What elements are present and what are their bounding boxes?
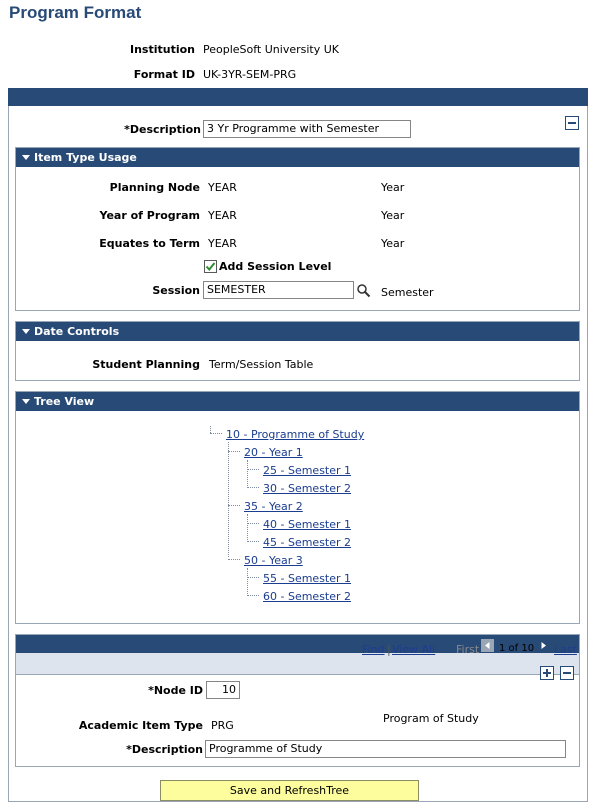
tree-connector [247, 487, 259, 488]
academic-item-type-label: Academic Item Type [78, 719, 203, 732]
tree-node-year[interactable]: 50 - Year 3 [244, 554, 303, 567]
item-type-usage-title: Item Type Usage [34, 151, 137, 164]
date-controls-group: Date Controls [15, 321, 580, 381]
node-nav-strip [16, 653, 579, 675]
tree-node-year[interactable]: 35 - Year 2 [244, 500, 303, 513]
tree-node-semester[interactable]: 40 - Semester 1 [263, 518, 351, 531]
description-label: *Description [124, 123, 201, 136]
previous-arrow-icon[interactable] [481, 639, 494, 652]
student-planning-label: Student Planning [92, 358, 200, 371]
tree-connector [228, 505, 240, 506]
year-of-program-code: YEAR [208, 209, 237, 222]
tree-connector [247, 460, 248, 488]
equates-to-term-label: Equates to Term [99, 237, 200, 250]
save-refresh-button[interactable]: Save and RefreshTree [160, 780, 419, 801]
last-link[interactable]: Last [554, 643, 577, 656]
node-id-input[interactable]: 10 [206, 681, 240, 699]
first-label: First [456, 643, 480, 656]
main-panel-header [8, 88, 588, 106]
tree-connector [247, 595, 259, 596]
expand-triangle-icon [22, 398, 30, 404]
tree-node-year[interactable]: 20 - Year 1 [244, 446, 303, 459]
tree-connector [210, 433, 222, 434]
planning-node-desc: Year [381, 181, 405, 194]
planning-node-code: YEAR [208, 181, 237, 194]
page-title: Program Format [9, 3, 142, 22]
tree-node-semester[interactable]: 55 - Semester 1 [263, 572, 351, 585]
node-description-label: *Description [126, 743, 203, 756]
tree-connector [228, 451, 240, 452]
tree-node-semester[interactable]: 60 - Semester 2 [263, 590, 351, 603]
tree-node-programme[interactable]: 10 - Programme of Study [226, 428, 364, 441]
academic-item-type-desc: Program of Study [383, 712, 479, 725]
node-id-label: *Node ID [148, 684, 203, 697]
tree-node-semester[interactable]: 25 - Semester 1 [263, 464, 351, 477]
add-row-button[interactable] [540, 666, 554, 680]
tree-connector [247, 568, 248, 596]
minus-icon [568, 122, 576, 124]
year-of-program-label: Year of Program [99, 209, 201, 222]
tree-view-header[interactable]: Tree View [16, 392, 579, 411]
tree-connector [247, 577, 259, 578]
delete-row-button[interactable] [560, 666, 574, 680]
description-input[interactable]: 3 Yr Programme with Semester [203, 120, 411, 138]
collapse-all-button[interactable] [565, 116, 579, 130]
equates-to-term-code: YEAR [208, 237, 237, 250]
tree-connector [228, 559, 240, 560]
minus-icon [563, 672, 571, 674]
lookup-icon[interactable] [356, 283, 371, 298]
format-id-label: Format ID [133, 68, 195, 81]
tree-connector [210, 426, 211, 433]
find-link[interactable]: Find [362, 643, 385, 656]
planning-node-label: Planning Node [109, 181, 200, 194]
date-controls-title: Date Controls [34, 325, 120, 338]
expand-triangle-icon [22, 328, 30, 334]
date-controls-header[interactable]: Date Controls [16, 322, 579, 341]
institution-value: PeopleSoft University UK [203, 43, 339, 56]
add-session-checkbox[interactable] [204, 260, 217, 273]
page-range: 1 of 10 [499, 643, 535, 654]
session-desc: Semester [381, 286, 434, 299]
format-id-value: UK-3YR-SEM-PRG [203, 68, 297, 81]
tree-node-semester[interactable]: 30 - Semester 2 [263, 482, 351, 495]
next-arrow-icon[interactable] [537, 639, 550, 652]
tree-connector [228, 442, 229, 557]
tree-connector [247, 523, 259, 524]
institution-label: Institution [129, 43, 195, 56]
checkmark-icon [205, 262, 216, 272]
expand-triangle-icon [22, 154, 30, 160]
nav-separator: | [387, 643, 391, 656]
tree-connector [247, 514, 248, 542]
view-all-link[interactable]: View All [392, 643, 435, 656]
tree-view-title: Tree View [34, 395, 95, 408]
student-planning-value: Term/Session Table [209, 358, 314, 371]
node-detail-header [16, 635, 579, 653]
session-label: Session [152, 284, 200, 297]
tree-node-semester[interactable]: 45 - Semester 2 [263, 536, 351, 549]
year-of-program-desc: Year [381, 209, 405, 222]
academic-item-type-value: PRG [211, 719, 234, 732]
equates-to-term-desc: Year [381, 237, 405, 250]
item-type-usage-header[interactable]: Item Type Usage [16, 148, 579, 167]
add-session-label: Add Session Level [219, 260, 332, 273]
tree-connector [247, 469, 259, 470]
node-description-input[interactable]: Programme of Study [205, 740, 566, 758]
session-input[interactable]: SEMESTER [203, 281, 354, 299]
tree-connector [247, 541, 259, 542]
